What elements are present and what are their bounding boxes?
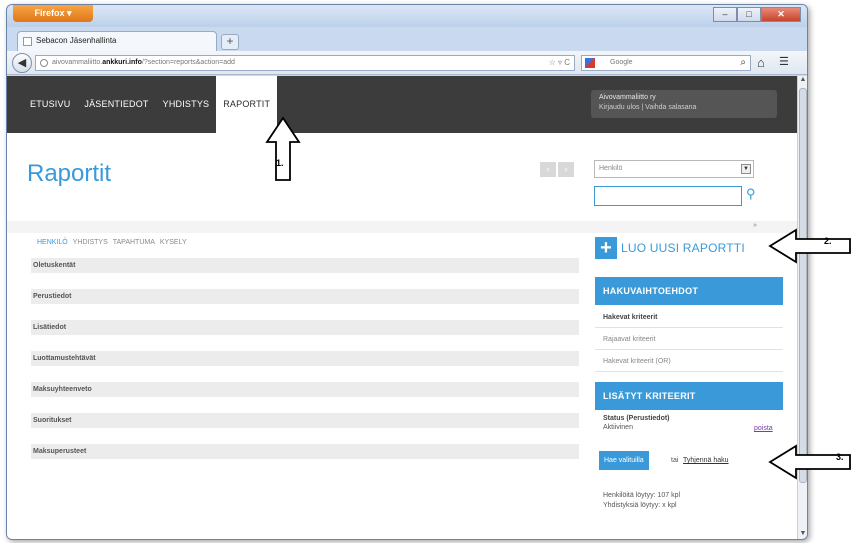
option-hakevat-or[interactable]: Hakevat kriteerit (OR) (595, 351, 783, 372)
section-list: Oletuskentät Perustiedot Lisätiedot Luot… (31, 258, 579, 475)
search-engine-label: Google (610, 59, 633, 66)
panel-separator (7, 221, 799, 233)
browser-search-icon[interactable]: ⌕ (740, 56, 746, 70)
result-associations: Yhdistyksiä löytyy: x kpl (603, 502, 677, 509)
entity-select[interactable]: Henkilö ▼ (594, 160, 754, 178)
option-hakevat[interactable]: Hakevat kriteerit (595, 307, 783, 328)
nav-jasentiedot[interactable]: JÄSENTIEDOT (77, 76, 155, 133)
annotation-arrow-up-icon (265, 116, 301, 181)
previous-page-button[interactable]: ‹ (540, 162, 556, 177)
menu-icon[interactable]: ☰ (779, 55, 789, 68)
section-perustiedot[interactable]: Perustiedot (31, 289, 579, 304)
bookmark-star-icon[interactable]: ☆ ▿ C (549, 56, 570, 70)
scroll-thumb[interactable] (799, 88, 807, 483)
section-maksuyhteenveto[interactable]: Maksuyhteenveto (31, 382, 579, 397)
scroll-down-icon[interactable]: ▼ (798, 530, 807, 539)
site-navigation: ETUSIVU JÄSENTIEDOT YHDISTYS RAPORTIT (23, 76, 278, 133)
user-box: Aivovammaliitto ry Kirjaudu ulos | Vaihd… (591, 90, 777, 118)
search-options-header: HAKUVAIHTOEHDOT (595, 277, 783, 305)
entity-select-value: Henkilö (599, 165, 623, 172)
navigation-bar: ◀ aivovammaliitto.ankkuri.info/?section=… (7, 51, 807, 75)
tab-kysely[interactable]: KYSELY (160, 239, 187, 246)
browser-search-bar[interactable]: Google ⌕ (581, 55, 751, 71)
tab-henkilo[interactable]: HENKILÖ (37, 239, 68, 246)
annotation-arrow-left-icon (768, 228, 851, 264)
section-maksuperusteet[interactable]: Maksuperusteet (31, 444, 579, 459)
nav-yhdistys[interactable]: YHDISTYS (156, 76, 217, 133)
nav-etusivu[interactable]: ETUSIVU (23, 76, 77, 133)
organization-name: Aivovammaliitto ry (599, 94, 656, 101)
search-icon[interactable]: ⚲ (746, 186, 756, 202)
new-tab-button[interactable]: + (221, 34, 239, 50)
plus-icon: + (595, 237, 617, 259)
clear-search-link[interactable]: Tyhjennä haku (683, 457, 729, 464)
url-prefix: aivovammaliitto. (52, 59, 103, 66)
section-suoritukset[interactable]: Suoritukset (31, 413, 579, 428)
tab-bar: Sebacon Jäsenhallinta + (7, 27, 807, 51)
title-bar: Firefox ▾ – □ ✕ (7, 5, 807, 27)
globe-icon (40, 59, 48, 67)
result-persons: Henkilöitä löytyy: 107 kpl (603, 492, 681, 499)
firefox-menu-label: Firefox (34, 8, 65, 18)
chevron-down-icon[interactable]: ▼ (741, 164, 751, 174)
browser-tab[interactable]: Sebacon Jäsenhallinta (17, 31, 217, 51)
close-button[interactable]: ✕ (761, 7, 801, 22)
url-domain: ankkuri.info (102, 59, 142, 66)
entity-tabs: HENKILÖ YHDISTYS TAPAHTUMA KYSELY (37, 239, 187, 246)
next-page-button[interactable]: › (558, 162, 574, 177)
minimize-button[interactable]: – (713, 7, 737, 22)
url-path: /?section=reports&action=add (141, 59, 235, 66)
criterion-name: Status (Perustiedot) (603, 415, 670, 422)
added-criteria-header: LISÄTYT KRITEERIT (595, 382, 783, 410)
annotation-label-1: 1. (276, 158, 284, 168)
browser-window: Firefox ▾ – □ ✕ Sebacon Jäsenhallinta + … (6, 4, 808, 540)
tab-title: Sebacon Jäsenhallinta (36, 36, 117, 45)
search-selected-button[interactable]: Hae valituilla (599, 451, 649, 470)
scroll-up-icon[interactable]: ▲ (798, 76, 807, 86)
window-controls: – □ ✕ (713, 7, 801, 22)
remove-criterion-link[interactable]: poista (754, 425, 773, 432)
section-oletuskentat[interactable]: Oletuskentät (31, 258, 579, 273)
annotation-label-2: 2. (824, 236, 832, 246)
firefox-menu-button[interactable]: Firefox ▾ (13, 5, 93, 22)
site-header: ETUSIVU JÄSENTIEDOT YHDISTYS RAPORTIT Ai… (7, 76, 799, 133)
annotation-label-3: 3. (836, 452, 844, 462)
back-arrow-icon[interactable]: ◀ (12, 53, 32, 73)
tab-tapahtuma[interactable]: TAPAHTUMA (113, 239, 155, 246)
option-rajaavat[interactable]: Rajaavat kriteerit (595, 329, 783, 350)
or-text: tai (671, 457, 679, 464)
collapse-toggle[interactable]: » (753, 222, 757, 229)
section-luottamustehtavat[interactable]: Luottamustehtävät (31, 351, 579, 366)
page-title: Raportit (27, 160, 112, 187)
google-icon (585, 58, 595, 68)
annotation-arrow-left-icon-2 (768, 444, 851, 480)
tab-yhdistys[interactable]: YHDISTYS (73, 239, 108, 246)
maximize-button[interactable]: □ (737, 7, 761, 22)
pager: ‹ › (540, 162, 574, 177)
section-lisatiedot[interactable]: Lisätiedot (31, 320, 579, 335)
add-report-button[interactable]: + LUO UUSI RAPORTTI (595, 237, 745, 259)
url-bar[interactable]: aivovammaliitto.ankkuri.info/?section=re… (35, 55, 575, 71)
criterion-value: Aktiivinen (603, 424, 633, 431)
home-icon[interactable]: ⌂ (757, 55, 765, 70)
page-favicon-icon (23, 37, 32, 46)
page-viewport: ETUSIVU JÄSENTIEDOT YHDISTYS RAPORTIT Ai… (7, 76, 799, 539)
search-input[interactable] (594, 186, 742, 206)
add-report-label: LUO UUSI RAPORTTI (621, 241, 745, 255)
user-links[interactable]: Kirjaudu ulos | Vaihda salasana (599, 103, 769, 113)
